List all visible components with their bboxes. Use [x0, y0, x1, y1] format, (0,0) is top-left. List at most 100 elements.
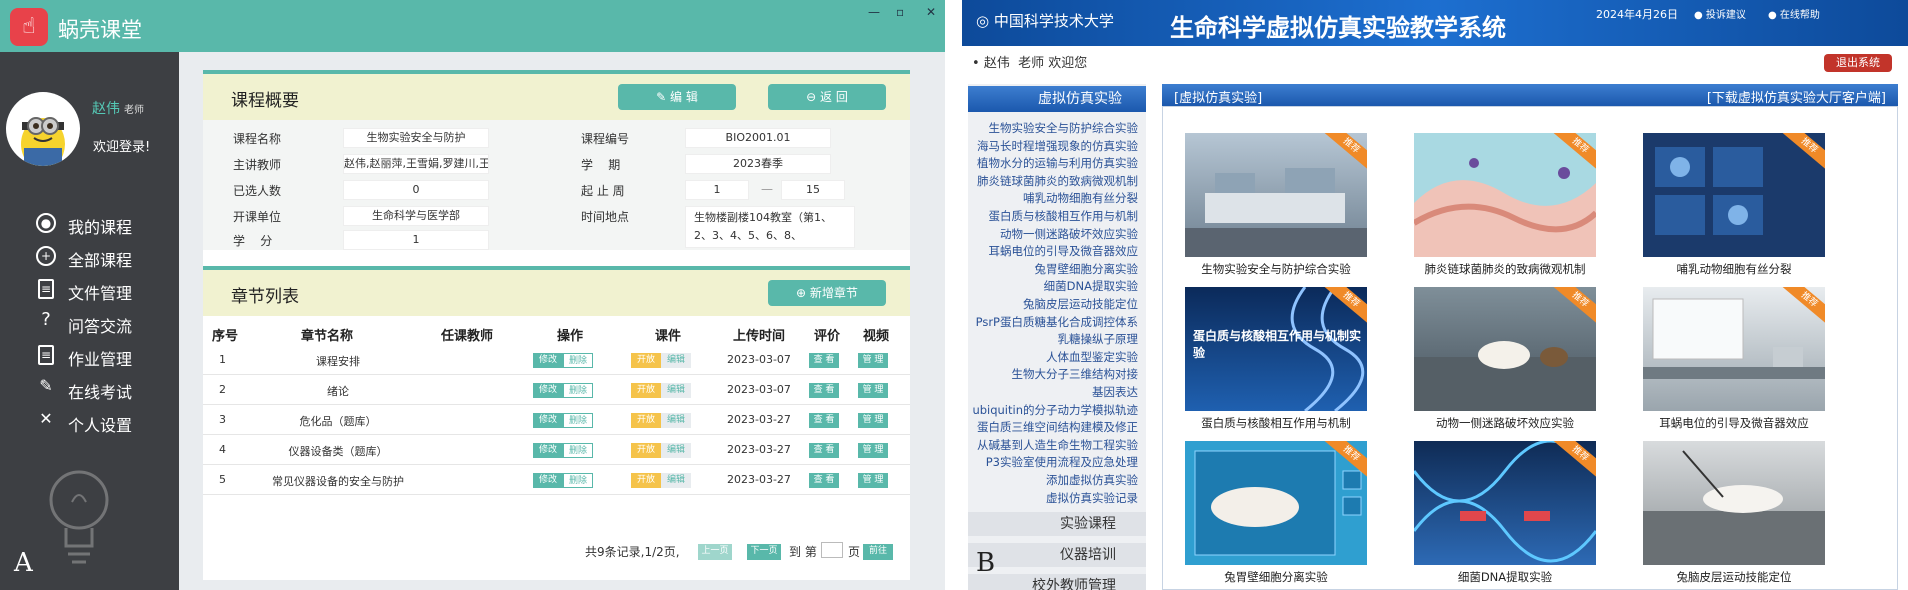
experiment-list-item[interactable]: 植物水分的运输与利用仿真实验: [970, 155, 1146, 171]
minimize-icon[interactable]: —: [868, 5, 880, 19]
edit-chapter-button[interactable]: 修改: [533, 443, 563, 458]
experiment-caption[interactable]: 动物一侧迷路破坏效应实验: [1400, 415, 1610, 431]
experiment-list-item[interactable]: 兔脑皮层运动技能定位: [970, 296, 1146, 312]
experiment-list-item[interactable]: 动物一侧迷路破坏效应实验: [970, 226, 1146, 242]
edit-chapter-button[interactable]: 修改: [533, 473, 563, 488]
experiment-list-item[interactable]: 蛋白质与核酸相互作用与机制: [970, 208, 1146, 224]
menu-section-virtual[interactable]: 虚拟仿真实验: [968, 86, 1146, 112]
experiment-list-item[interactable]: 生物大分子三维结构对接: [970, 366, 1146, 382]
experiment-tile[interactable]: 蛋白质与核酸相互作用与机制实验 推荐: [1185, 287, 1367, 411]
page-number-input[interactable]: [821, 542, 843, 558]
video-manage-button[interactable]: 管 理: [858, 473, 888, 488]
nav-item-my-courses[interactable]: ● 我的课程: [0, 207, 179, 240]
experiment-list-item[interactable]: 乳糖操纵子原理: [970, 331, 1146, 347]
experiment-tile[interactable]: 推荐: [1414, 441, 1596, 565]
experiment-tile[interactable]: 推荐: [1414, 133, 1596, 257]
experiment-caption[interactable]: 兔脑皮层运动技能定位: [1629, 569, 1839, 585]
review-button[interactable]: 查 看: [809, 353, 839, 368]
feedback-link[interactable]: ● 投诉建议: [1694, 6, 1746, 21]
courseware-edit-button[interactable]: 编辑: [661, 353, 691, 368]
experiment-list-item[interactable]: 哺乳动物细胞有丝分裂: [970, 190, 1146, 206]
delete-chapter-button[interactable]: 删除: [563, 443, 593, 458]
experiment-tile[interactable]: 推荐: [1643, 133, 1825, 257]
maximize-icon[interactable]: ▫: [896, 5, 904, 19]
experiment-list-item[interactable]: 海马长时程增强现象的仿真实验: [970, 138, 1146, 154]
download-client-link[interactable]: [下载虚拟仿真实验大厅客户端]: [1707, 87, 1886, 106]
experiment-list-item[interactable]: 人体血型鉴定实验: [970, 349, 1146, 365]
experiment-caption[interactable]: 肺炎链球菌肺炎的致病微观机制: [1400, 261, 1610, 277]
review-button[interactable]: 查 看: [809, 443, 839, 458]
courseware-open-button[interactable]: 开放: [631, 473, 661, 488]
experiment-list-item[interactable]: 兔胃壁细胞分离实验: [970, 261, 1146, 277]
nav-item-all-courses[interactable]: + 全部课程: [0, 240, 179, 273]
video-manage-button[interactable]: 管 理: [858, 443, 888, 458]
courseware-edit-button[interactable]: 编辑: [661, 383, 691, 398]
edit-chapter-button[interactable]: 修改: [533, 353, 563, 368]
experiment-list-item[interactable]: P3实验室使用流程及应急处理: [970, 454, 1146, 470]
video-manage-button[interactable]: 管 理: [858, 353, 888, 368]
video-manage-button[interactable]: 管 理: [858, 383, 888, 398]
delete-chapter-button[interactable]: 删除: [563, 353, 593, 368]
nav-item-file-management[interactable]: ≡ 文件管理: [0, 273, 179, 306]
courseware-edit-button[interactable]: 编辑: [661, 413, 691, 428]
nav-item-settings[interactable]: ✕ 个人设置: [0, 405, 179, 438]
app-logo-icon: ☝: [10, 8, 48, 46]
edit-chapter-button[interactable]: 修改: [533, 413, 563, 428]
experiment-list-item[interactable]: 肺炎链球菌肺炎的致病微观机制: [970, 173, 1146, 189]
experiment-tile[interactable]: [1643, 441, 1825, 565]
prev-page-button[interactable]: 上一页: [698, 544, 732, 560]
courseware-edit-button[interactable]: 编辑: [661, 473, 691, 488]
experiment-caption[interactable]: 细菌DNA提取实验: [1400, 569, 1610, 585]
edit-chapter-button[interactable]: 修改: [533, 383, 563, 398]
courseware-open-button[interactable]: 开放: [631, 443, 661, 458]
nav-item-online-exam[interactable]: ✎ 在线考试: [0, 372, 179, 405]
experiment-list-item[interactable]: 生物实验安全与防护综合实验: [970, 120, 1146, 136]
next-page-button[interactable]: 下一页: [747, 544, 781, 560]
courseware-edit-button[interactable]: 编辑: [661, 443, 691, 458]
help-link[interactable]: ● 在线帮助: [1768, 6, 1820, 21]
experiment-list-item[interactable]: 添加虚拟仿真实验: [970, 472, 1146, 488]
section-title: 章节列表: [231, 287, 299, 307]
experiment-caption[interactable]: 蛋白质与核酸相互作用与机制: [1171, 415, 1381, 431]
system-title: 生命科学虚拟仿真实验教学系统: [1170, 14, 1506, 42]
experiment-caption[interactable]: 生物实验安全与防护综合实验: [1171, 261, 1381, 277]
close-icon[interactable]: ✕: [926, 5, 936, 19]
go-button[interactable]: 前往: [863, 544, 893, 560]
plus-circle-icon: +: [36, 246, 56, 266]
courseware-open-button[interactable]: 开放: [631, 353, 661, 368]
experiment-caption[interactable]: 耳蜗电位的引导及微音器效应: [1629, 415, 1839, 431]
experiment-list-item[interactable]: 耳蜗电位的引导及微音器效应: [970, 243, 1146, 259]
tab-virtual-experiments[interactable]: [虚拟仿真实验]: [1174, 87, 1262, 106]
experiment-tile[interactable]: 推荐: [1643, 287, 1825, 411]
edit-button[interactable]: ✎ 编 辑: [618, 84, 736, 110]
add-chapter-button[interactable]: ⊕ 新增章节: [768, 280, 886, 306]
logout-button[interactable]: 退出系统: [1824, 54, 1892, 72]
review-button[interactable]: 查 看: [809, 383, 839, 398]
courseware-open-button[interactable]: 开放: [631, 413, 661, 428]
experiment-caption[interactable]: 兔胃壁细胞分离实验: [1171, 569, 1381, 585]
menu-section-courses[interactable]: 实验课程: [968, 512, 1146, 536]
experiment-tile[interactable]: 推荐: [1185, 441, 1367, 565]
delete-chapter-button[interactable]: 删除: [563, 413, 593, 428]
courseware-open-button[interactable]: 开放: [631, 383, 661, 398]
back-button[interactable]: ⊖ 返 回: [768, 84, 886, 110]
review-button[interactable]: 查 看: [809, 473, 839, 488]
experiment-caption[interactable]: 哺乳动物细胞有丝分裂: [1629, 261, 1839, 277]
experiment-list-item[interactable]: 基因表达: [970, 384, 1146, 400]
nav-item-homework[interactable]: ≡ 作业管理: [0, 339, 179, 372]
experiment-list-item[interactable]: 从碱基到人造生命生物工程实验: [970, 437, 1146, 453]
experiment-list-item[interactable]: 细菌DNA提取实验: [970, 278, 1146, 294]
experiment-list-item[interactable]: 蛋白质三维空间结构建模及修正: [970, 419, 1146, 435]
experiment-list-item[interactable]: PsrP蛋白质糖基化合成调控体系: [970, 314, 1146, 330]
video-manage-button[interactable]: 管 理: [858, 413, 888, 428]
row-number: 5: [219, 473, 226, 486]
title-bar: ☝ 蜗壳课堂 — ▫ ✕: [0, 0, 945, 52]
delete-chapter-button[interactable]: 删除: [563, 383, 593, 398]
experiment-tile[interactable]: 推荐: [1414, 287, 1596, 411]
delete-chapter-button[interactable]: 删除: [563, 473, 593, 488]
experiment-tile[interactable]: 推荐: [1185, 133, 1367, 257]
experiment-list-item[interactable]: 虚拟仿真实验记录: [970, 490, 1146, 506]
review-button[interactable]: 查 看: [809, 413, 839, 428]
nav-item-qa[interactable]: ? 问答交流: [0, 306, 179, 339]
experiment-list-item[interactable]: ubiquitin的分子动力学模拟轨迹: [970, 402, 1146, 418]
